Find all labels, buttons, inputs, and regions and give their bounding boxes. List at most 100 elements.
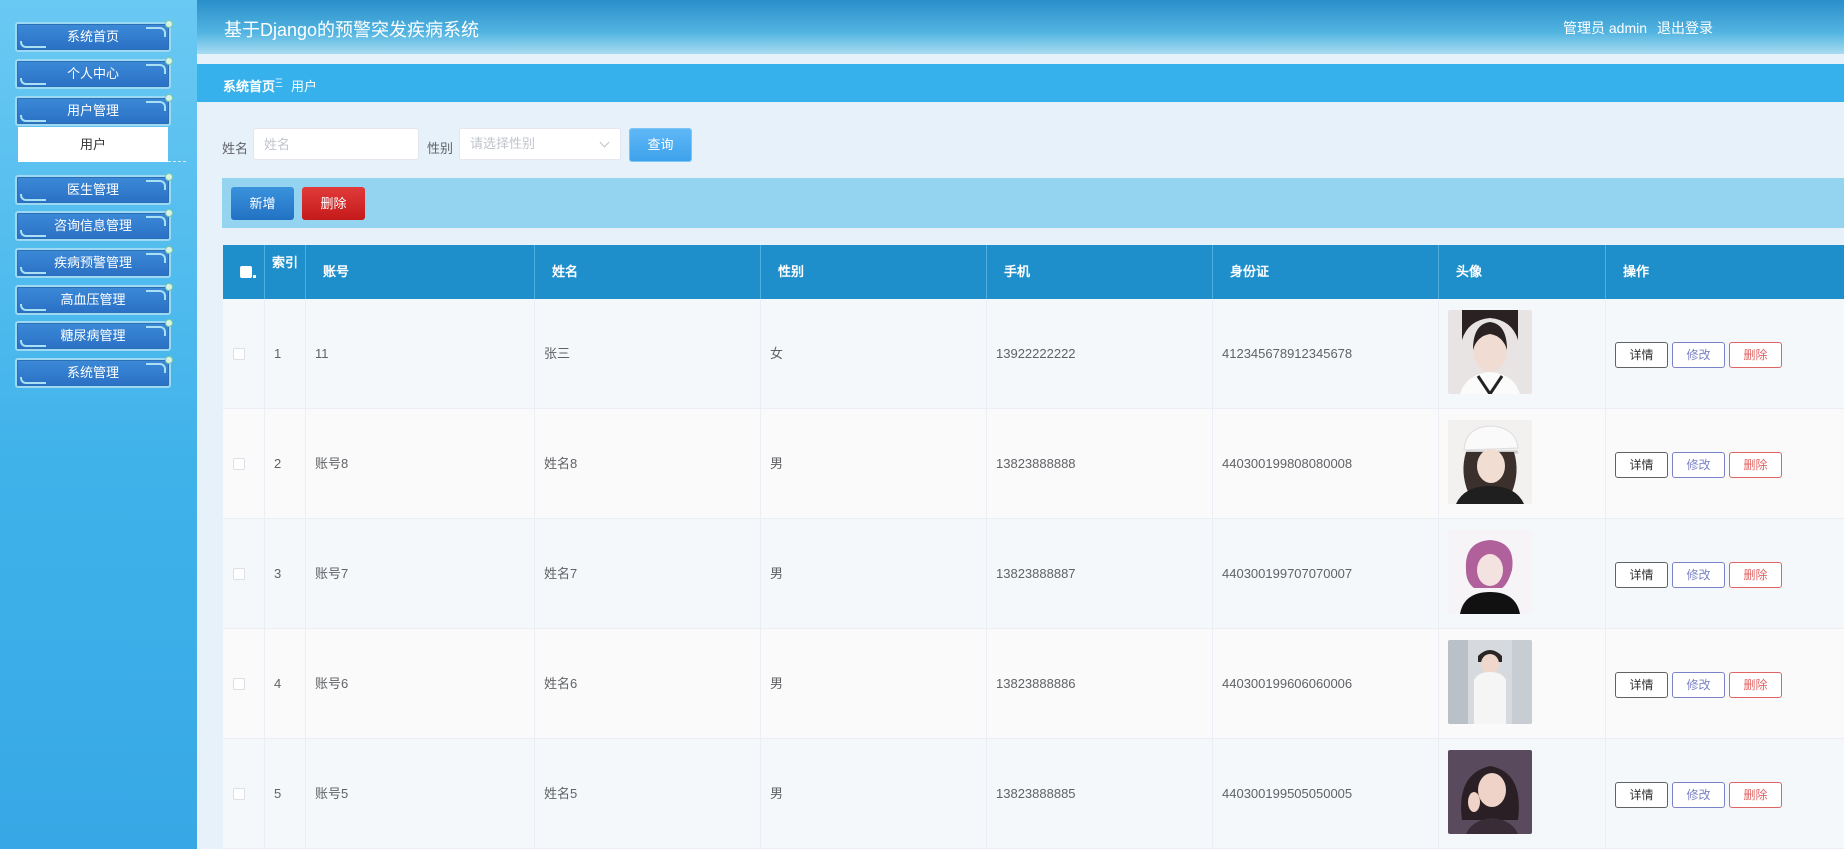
index-cell: 5: [265, 739, 306, 849]
breadcrumb-home[interactable]: 系统首页: [223, 76, 275, 95]
operations-cell: 详情 修改 删除: [1606, 299, 1844, 409]
ornament: [20, 115, 46, 122]
avatar-photo: [1448, 310, 1532, 394]
edit-button[interactable]: 修改: [1672, 782, 1725, 808]
phone-cell: 13922222222: [987, 299, 1213, 409]
avatar: [1448, 640, 1532, 724]
ornament: [20, 78, 46, 85]
name-label: 姓名: [222, 141, 249, 156]
gender-label: 性别: [427, 141, 454, 156]
ornament-dot: [165, 283, 173, 291]
app-title: 基于Django的预警突发疾病系统: [224, 20, 480, 40]
sidebar-item-label: 系统首页: [66, 29, 119, 44]
sidebar-item-system[interactable]: 系统管理: [15, 356, 173, 388]
detail-button[interactable]: 详情: [1615, 452, 1668, 478]
ornament: [146, 27, 166, 37]
row-checkbox[interactable]: [233, 458, 245, 470]
delete-button[interactable]: 删除: [1729, 672, 1782, 698]
ornament: [20, 194, 46, 201]
avatar-photo: [1448, 750, 1532, 834]
row-select-cell: [223, 299, 265, 409]
sidebar-item-diabetes[interactable]: 糖尿病管理: [15, 319, 173, 351]
column-header-index: 索引: [265, 245, 306, 299]
sidebar-item-label: 高血压管理: [60, 292, 126, 307]
detail-button[interactable]: 详情: [1615, 782, 1668, 808]
sidebar-item-label: 系统管理: [66, 365, 119, 380]
account-cell: 账号7: [306, 519, 535, 629]
chevron-down-icon: [599, 137, 610, 148]
detail-button[interactable]: 详情: [1615, 672, 1668, 698]
current-user: 管理员 admin: [1563, 20, 1648, 36]
account-cell: 11: [306, 299, 535, 409]
table-row: 3 账号7 姓名7 男 13823888887 4403001997070700…: [223, 519, 1844, 629]
sidebar-item-hypertension[interactable]: 高血压管理: [15, 283, 173, 315]
delete-button[interactable]: 删除: [1729, 342, 1782, 368]
row-checkbox[interactable]: [233, 678, 245, 690]
logout-link[interactable]: 退出登录: [1657, 18, 1713, 38]
row-checkbox[interactable]: [233, 788, 245, 800]
gender-cell: 男: [761, 519, 987, 629]
delete-button[interactable]: 删除: [1729, 562, 1782, 588]
operations-cell: 详情 修改 删除: [1606, 409, 1844, 519]
edit-button[interactable]: 修改: [1672, 452, 1725, 478]
phone-cell: 13823888886: [987, 629, 1213, 739]
sidebar-item-doctors[interactable]: 医生管理: [15, 173, 173, 205]
avatar-cell: [1439, 519, 1606, 629]
row-checkbox[interactable]: [233, 568, 245, 580]
avatar-photo: [1448, 420, 1532, 504]
ornament-dot: [165, 246, 173, 254]
top-header: 基于Django的预警突发疾病系统 管理员 admin 退出登录: [197, 0, 1844, 54]
row-checkbox[interactable]: [233, 348, 245, 360]
ornament: [146, 216, 166, 226]
edit-button[interactable]: 修改: [1672, 342, 1725, 368]
gender-select-placeholder: 请选择性别: [470, 136, 536, 151]
operations-cell: 详情 修改 删除: [1606, 629, 1844, 739]
edit-button[interactable]: 修改: [1672, 562, 1725, 588]
avatar-cell: [1439, 299, 1606, 409]
id-card-cell: 440300199505050005: [1213, 739, 1439, 849]
gender-cell: 男: [761, 629, 987, 739]
name-search-input[interactable]: [253, 128, 419, 160]
index-cell: 1: [265, 299, 306, 409]
index-cell: 2: [265, 409, 306, 519]
sidebar-item-consult[interactable]: 咨询信息管理: [15, 209, 173, 241]
delete-button[interactable]: 删除: [1729, 782, 1782, 808]
batch-delete-button[interactable]: 删除: [302, 187, 365, 220]
ornament-dot: [165, 94, 173, 102]
breadcrumb-current: 用户: [291, 79, 318, 94]
sidebar-item-label: 咨询信息管理: [53, 218, 132, 233]
name-cell: 姓名7: [535, 519, 761, 629]
phone-cell: 13823888888: [987, 409, 1213, 519]
operations-cell: 详情 修改 删除: [1606, 519, 1844, 629]
ornament: [20, 340, 46, 347]
add-button[interactable]: 新增: [231, 187, 294, 220]
query-button[interactable]: 查询: [629, 128, 692, 162]
sidebar-item-profile[interactable]: 个人中心: [15, 57, 173, 89]
edit-button[interactable]: 修改: [1672, 672, 1725, 698]
delete-button[interactable]: 删除: [1729, 452, 1782, 478]
table-row: 5 账号5 姓名5 男 13823888885 4403001995050500…: [223, 739, 1844, 849]
sidebar-item-users[interactable]: 用户管理: [15, 94, 173, 126]
submenu-item-user[interactable]: 用户: [18, 127, 168, 162]
ornament: [146, 253, 166, 263]
ornament: [20, 377, 46, 384]
avatar-cell: [1439, 739, 1606, 849]
sidebar-item-home[interactable]: 系统首页: [15, 20, 173, 52]
avatar: [1448, 750, 1532, 834]
row-select-cell: [223, 409, 265, 519]
ornament: [146, 64, 166, 74]
ornament: [20, 41, 46, 48]
detail-button[interactable]: 详情: [1615, 342, 1668, 368]
select-all-checkbox[interactable]: [240, 266, 256, 278]
ornament: [20, 267, 46, 274]
ornament: [146, 180, 166, 190]
sidebar-item-warning[interactable]: 疾病预警管理: [15, 246, 173, 278]
table-header: 索引 账号 姓名 性别 手机 身份证 头像 操作: [223, 245, 1844, 299]
detail-button[interactable]: 详情: [1615, 562, 1668, 588]
id-card-cell: 440300199707070007: [1213, 519, 1439, 629]
sidebar-item-label: 用户管理: [66, 103, 119, 118]
table-row: 2 账号8 姓名8 男 13823888888 4403001998080800…: [223, 409, 1844, 519]
gender-select[interactable]: 请选择性别: [459, 128, 621, 160]
breadcrumb: 系统首页 Ξ 用户: [197, 64, 1844, 102]
ornament: [146, 363, 166, 373]
